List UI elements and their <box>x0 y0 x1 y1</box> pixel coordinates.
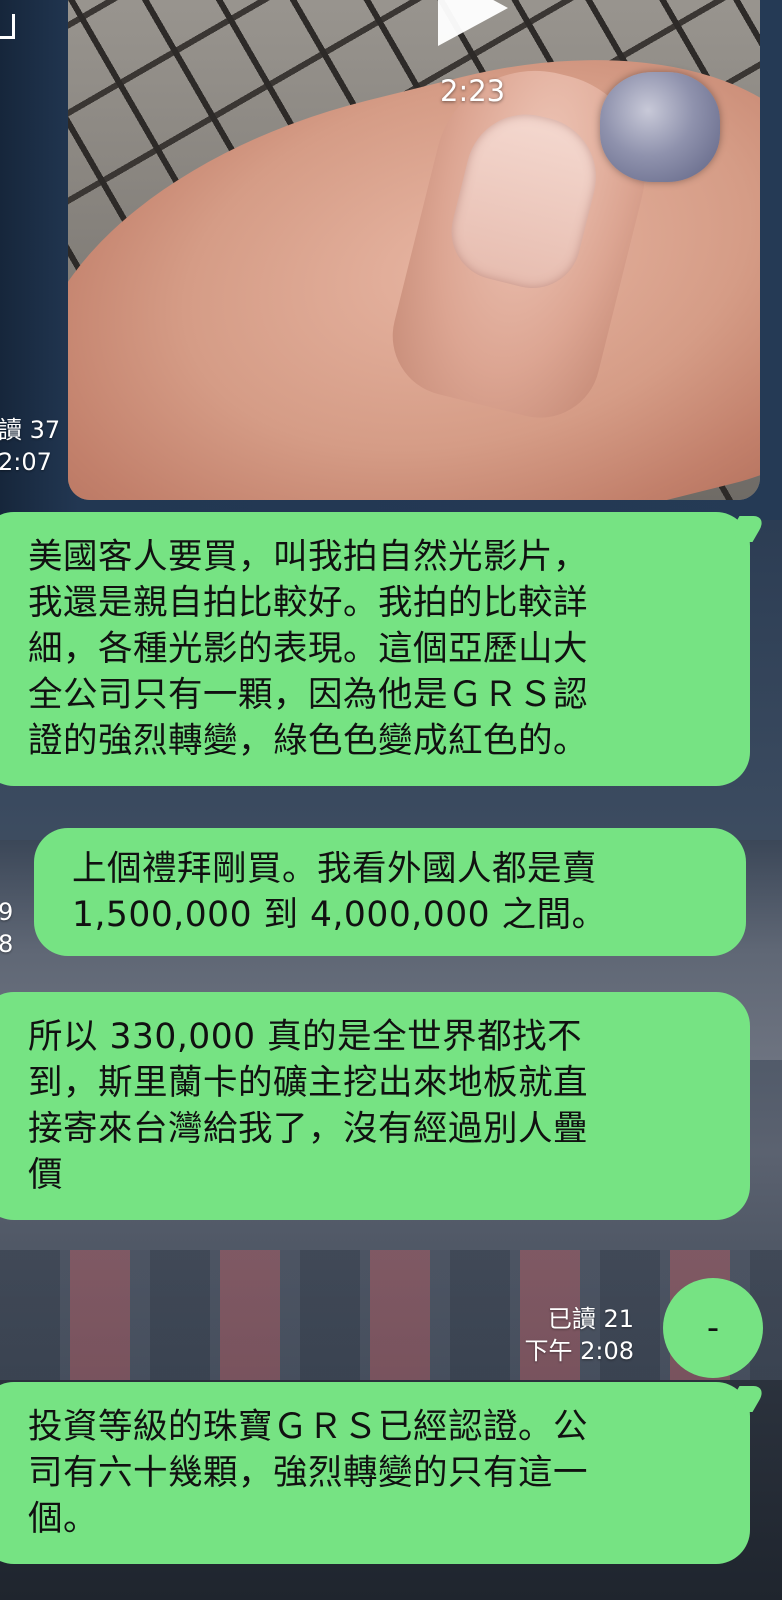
message-line: 到，斯里蘭卡的礦主挖出來地板就直 <box>28 1063 588 1103</box>
bubble-tail <box>724 516 768 542</box>
message-line: 上個禮拜剛買。我看外國人都是賣 <box>72 849 597 889</box>
message-line: 細，各種光影的表現。這個亞歷山大 <box>28 629 588 669</box>
sent-time: 下午 2:08 <box>524 1337 634 1365</box>
back-arrow-icon[interactable] <box>0 14 15 39</box>
message-line: 美國客人要買，叫我拍自然光影片， <box>28 537 588 577</box>
sent-message-bubble[interactable]: - <box>663 1278 763 1378</box>
message-line: 個。 <box>28 1499 98 1539</box>
message-line: 1,500,000 到 4,000,000 之間。 <box>72 895 607 935</box>
message-line: 接寄來台灣給我了，沒有經過別人疊 <box>28 1109 588 1149</box>
read-label: 已讀 21 <box>547 1305 634 1333</box>
message-line: 價 <box>28 1155 63 1195</box>
video-thumbnail-gem <box>600 72 720 182</box>
read-count: 讀 37 <box>0 416 61 444</box>
message-line: 我還是親自拍比較好。我拍的比較詳 <box>28 583 588 623</box>
read-receipt: 已讀 21 下午 2:08 <box>524 1303 634 1367</box>
message-line: 全公司只有一顆，因為他是ＧＲＳ認 <box>28 675 588 715</box>
message-time: 2:07 <box>0 448 52 476</box>
read-receipt-left: 讀 37 2:07 <box>0 414 60 478</box>
chat-message-bubble[interactable]: 上個禮拜剛買。我看外國人都是賣 1,500,000 到 4,000,000 之間… <box>34 828 746 956</box>
message-line: 投資等級的珠寶ＧＲＳ已經認證。公 <box>28 1407 588 1447</box>
chat-message-bubble[interactable]: 美國客人要買，叫我拍自然光影片， 我還是親自拍比較好。我拍的比較詳 細，各種光影… <box>0 512 768 786</box>
read-count-partial: 9 <box>0 898 14 926</box>
play-icon[interactable] <box>438 0 508 46</box>
video-duration: 2:23 <box>440 74 506 108</box>
chat-message-bubble[interactable]: 所以 330,000 真的是全世界都找不 到，斯里蘭卡的礦主挖出來地板就直 接寄… <box>0 992 750 1220</box>
video-message[interactable]: 2:23 <box>68 0 760 500</box>
message-line: 司有六十幾顆，強烈轉變的只有這一 <box>28 1453 588 1493</box>
read-receipt-left-2: 9 8 <box>0 896 13 960</box>
message-line: 證的強烈轉變，綠色色變成紅色的。 <box>28 721 588 761</box>
chat-message-bubble[interactable]: 投資等級的珠寶ＧＲＳ已經認證。公 司有六十幾顆，強烈轉變的只有這一 個。 <box>0 1382 768 1564</box>
message-time-partial: 8 <box>0 930 14 958</box>
message-line: 所以 330,000 真的是全世界都找不 <box>28 1017 583 1057</box>
